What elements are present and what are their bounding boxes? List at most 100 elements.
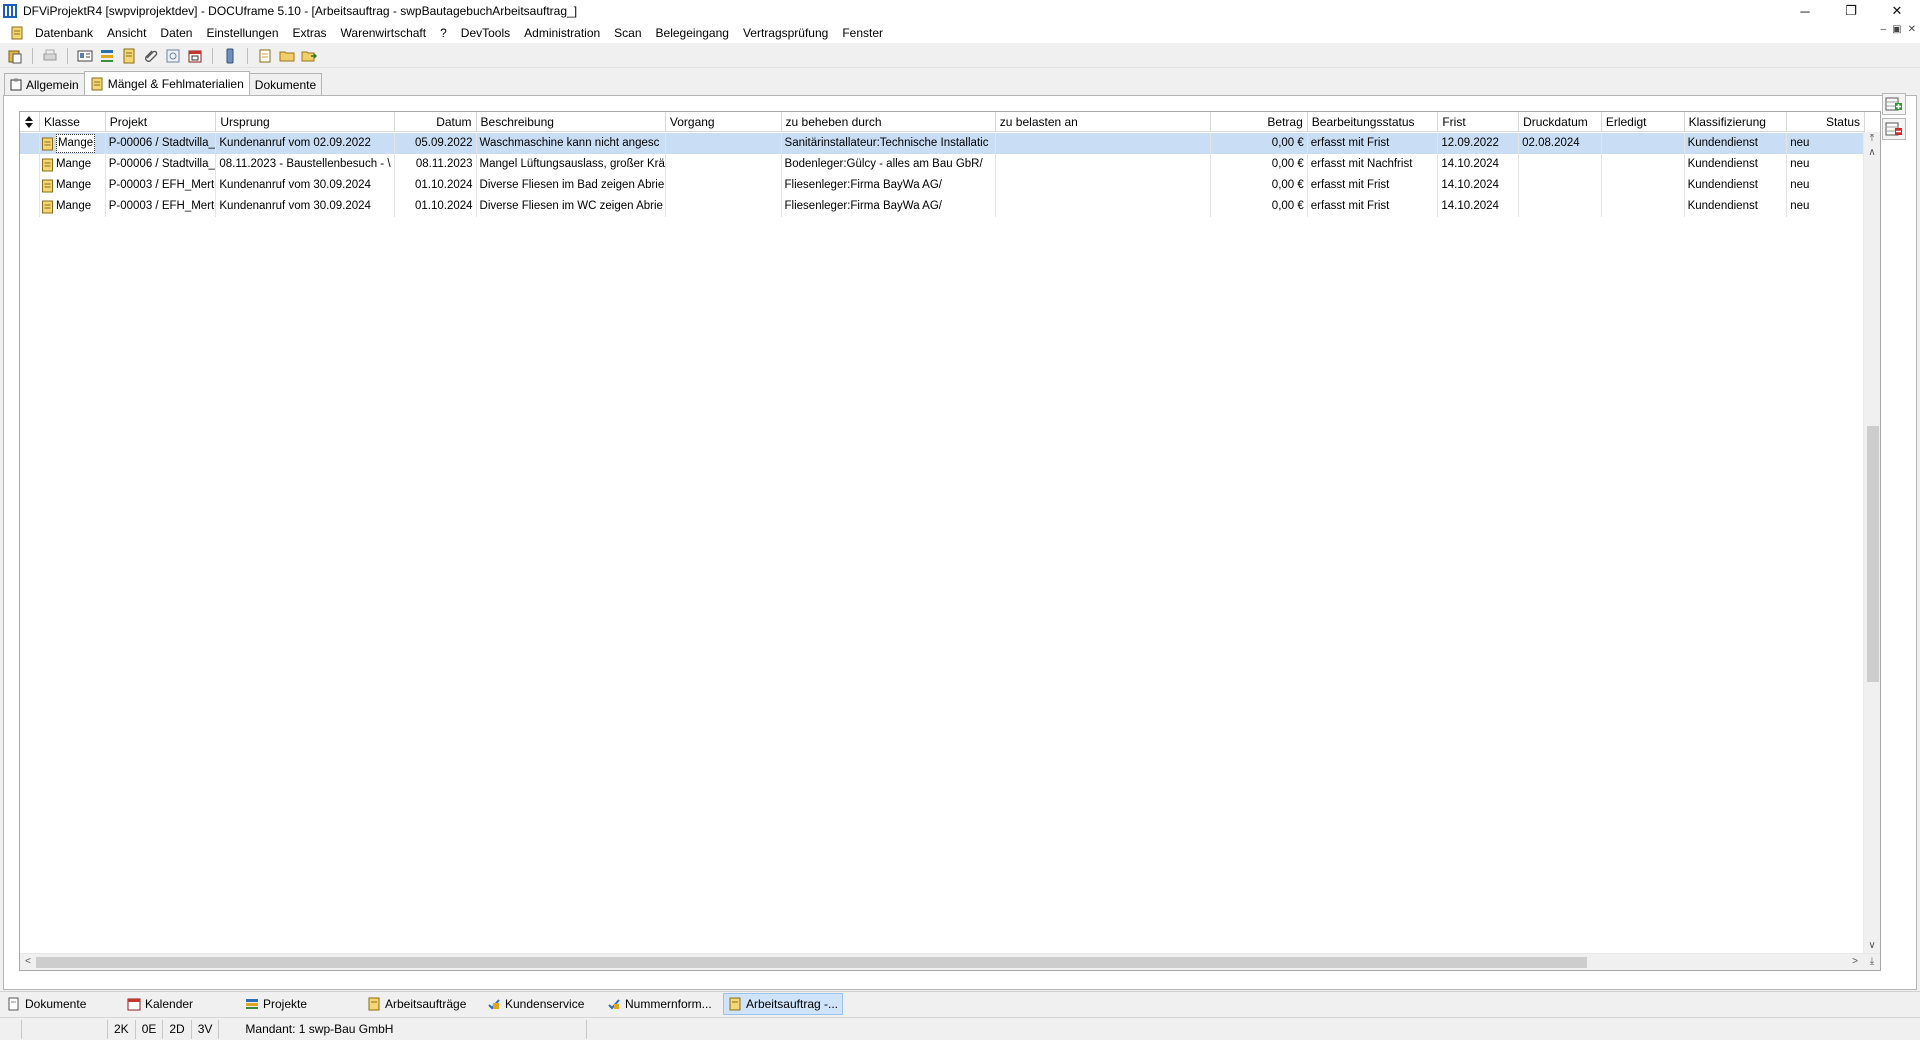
tab-maengel-fehlmaterialien[interactable]: Mängel & Fehlmaterialien xyxy=(83,71,250,95)
cell-vorgang xyxy=(666,175,782,196)
mdi-minimize-button[interactable]: – xyxy=(1881,24,1887,35)
cell-klassifizierung: Kundendienst xyxy=(1685,154,1788,175)
column-header-zu-beheben-durch[interactable]: zu beheben durch xyxy=(782,112,996,132)
column-header-bearbeitungsstatus[interactable]: Bearbeitungsstatus xyxy=(1308,112,1439,132)
cell-zu-belasten-an xyxy=(996,196,1212,217)
minimize-button[interactable]: ─ xyxy=(1782,0,1828,22)
column-header-betrag[interactable]: Betrag xyxy=(1211,112,1308,132)
table-row[interactable]: Mange P-00003 / EFH_Mert« Kundenanruf vo… xyxy=(20,196,1865,217)
menu-daten[interactable]: Daten xyxy=(153,26,199,40)
menu-scan[interactable]: Scan xyxy=(607,26,648,40)
menu-administration[interactable]: Administration xyxy=(517,26,607,40)
menu-einstellungen[interactable]: Einstellungen xyxy=(199,26,285,40)
menu-devtools[interactable]: DevTools xyxy=(454,26,517,40)
column-header-zu-belasten-an[interactable]: zu belasten an xyxy=(996,112,1212,132)
scroll-top-icon[interactable]: ⤒ xyxy=(1865,132,1879,146)
row-header[interactable] xyxy=(20,133,40,154)
sort-toggle-icon[interactable] xyxy=(20,112,40,132)
task-nummernformate[interactable]: Nummernform... xyxy=(603,993,723,1015)
contact-card-icon[interactable] xyxy=(76,47,94,65)
cell-klasse: Mange xyxy=(40,196,106,217)
tab-allgemein[interactable]: Allgemein xyxy=(4,73,85,95)
calendar-icon[interactable] xyxy=(186,47,204,65)
export-folder-icon[interactable] xyxy=(300,47,318,65)
scroll-up-icon[interactable]: ∧ xyxy=(1865,146,1879,160)
paste-icon[interactable] xyxy=(6,47,24,65)
add-row-button[interactable] xyxy=(1882,93,1906,115)
column-header-druckdatum[interactable]: Druckdatum xyxy=(1519,112,1602,132)
scroll-down-icon[interactable]: ∨ xyxy=(1865,939,1879,953)
table-row[interactable]: Mange P-00003 / EFH_Mert« Kundenanruf vo… xyxy=(20,175,1865,196)
column-header-vorgang[interactable]: Vorgang xyxy=(666,112,782,132)
row-header[interactable] xyxy=(20,154,40,175)
task-kundenservice[interactable]: Kundenservice xyxy=(483,993,603,1015)
cell-zu-beheben-durch: Fliesenleger:Firma BayWa AG/ xyxy=(782,175,996,196)
row-header[interactable] xyxy=(20,175,40,196)
open-folder-icon[interactable] xyxy=(278,47,296,65)
menu-belegeingang[interactable]: Belegeingang xyxy=(649,26,736,40)
settings-doc-icon[interactable] xyxy=(164,47,182,65)
defect-doc-icon[interactable] xyxy=(120,47,138,65)
delete-row-button[interactable] xyxy=(1882,118,1906,140)
vertical-scrollbar[interactable]: ⤒ ∧ ∨ xyxy=(1863,132,1880,955)
table-row[interactable]: Mange P-00006 / Stadtvilla_ 08.11.2023 -… xyxy=(20,154,1865,175)
menu-help[interactable]: ? xyxy=(433,26,454,40)
horizontal-scroll-thumb[interactable] xyxy=(36,957,1587,968)
menu-bar: Datenbank Ansicht Daten Einstellungen Ex… xyxy=(0,22,1920,43)
task-kalender[interactable]: Kalender xyxy=(123,993,241,1015)
column-header-erledigt[interactable]: Erledigt xyxy=(1602,112,1685,132)
cell-zu-belasten-an xyxy=(996,133,1212,154)
column-header-klassifizierung[interactable]: Klassifizierung xyxy=(1685,112,1788,132)
column-header-projekt[interactable]: Projekt xyxy=(106,112,217,132)
menu-vertragspruefung[interactable]: Vertragsprüfung xyxy=(736,26,835,40)
column-header-frist[interactable]: Frist xyxy=(1438,112,1520,132)
status-counter-k: 2K xyxy=(108,1019,136,1039)
cell-druckdatum: 02.08.2024 xyxy=(1519,133,1602,154)
scroll-right-icon[interactable]: > xyxy=(1848,955,1862,969)
task-arbeitsauftrag-active[interactable]: Arbeitsauftrag -... xyxy=(723,992,843,1015)
cell-erledigt xyxy=(1602,196,1685,217)
new-document-icon[interactable] xyxy=(256,47,274,65)
menu-fenster[interactable]: Fenster xyxy=(835,26,890,40)
cell-projekt: P-00003 / EFH_Mert« xyxy=(106,175,217,196)
mdi-close-button[interactable]: ✕ xyxy=(1908,24,1916,35)
app-logo-icon xyxy=(3,4,17,18)
menu-datenbank[interactable]: Datenbank xyxy=(28,26,100,40)
toolbar xyxy=(0,44,1920,68)
cell-beschreibung: Diverse Fliesen im WC zeigen Abrie xyxy=(477,196,666,217)
horizontal-scrollbar[interactable]: < > ⤓ xyxy=(20,953,1880,970)
print-icon[interactable] xyxy=(41,47,59,65)
row-header[interactable] xyxy=(20,196,40,217)
column-header-status[interactable]: Status xyxy=(1787,112,1865,132)
close-window-button[interactable]: ✕ xyxy=(1874,0,1920,22)
menu-extras[interactable]: Extras xyxy=(286,26,334,40)
menu-ansicht[interactable]: Ansicht xyxy=(100,26,153,40)
column-header-datum[interactable]: Datum xyxy=(395,112,477,132)
menu-warenwirtschaft[interactable]: Warenwirtschaft xyxy=(334,26,434,40)
attachment-icon[interactable] xyxy=(142,47,160,65)
toolbar-separator xyxy=(32,47,33,64)
mdi-restore-button[interactable]: ▣ xyxy=(1892,24,1901,35)
column-header-beschreibung[interactable]: Beschreibung xyxy=(477,112,666,132)
cell-klasse: Mange xyxy=(40,154,106,175)
restore-button[interactable]: ❐ xyxy=(1828,0,1874,22)
vertical-scroll-thumb[interactable] xyxy=(1867,426,1879,682)
scroll-left-icon[interactable]: < xyxy=(21,955,35,969)
cell-status: neu xyxy=(1787,196,1865,217)
tab-dokumente[interactable]: Dokumente xyxy=(248,73,323,95)
cell-ursprung: 08.11.2023 - Baustellenbesuch - \ xyxy=(216,154,395,175)
phone-icon[interactable] xyxy=(221,47,239,65)
task-dokumente[interactable]: Dokumente xyxy=(3,993,123,1015)
cell-status: neu xyxy=(1787,175,1865,196)
project-list-icon[interactable] xyxy=(98,47,116,65)
cell-zu-belasten-an xyxy=(996,175,1212,196)
task-arbeitsauftraege[interactable]: Arbeitsaufträge xyxy=(363,993,483,1015)
document-menu-icon[interactable] xyxy=(10,26,24,40)
task-projekte[interactable]: Projekte xyxy=(241,993,363,1015)
table-row[interactable]: Mange P-00006 / Stadtvilla_ Kundenanruf … xyxy=(20,133,1865,154)
clipboard-icon xyxy=(10,78,22,91)
scroll-end-icon[interactable]: ⤓ xyxy=(1865,955,1879,969)
status-segment-empty xyxy=(0,1019,22,1039)
column-header-klasse[interactable]: Klasse xyxy=(40,112,106,132)
column-header-ursprung[interactable]: Ursprung xyxy=(216,112,395,132)
